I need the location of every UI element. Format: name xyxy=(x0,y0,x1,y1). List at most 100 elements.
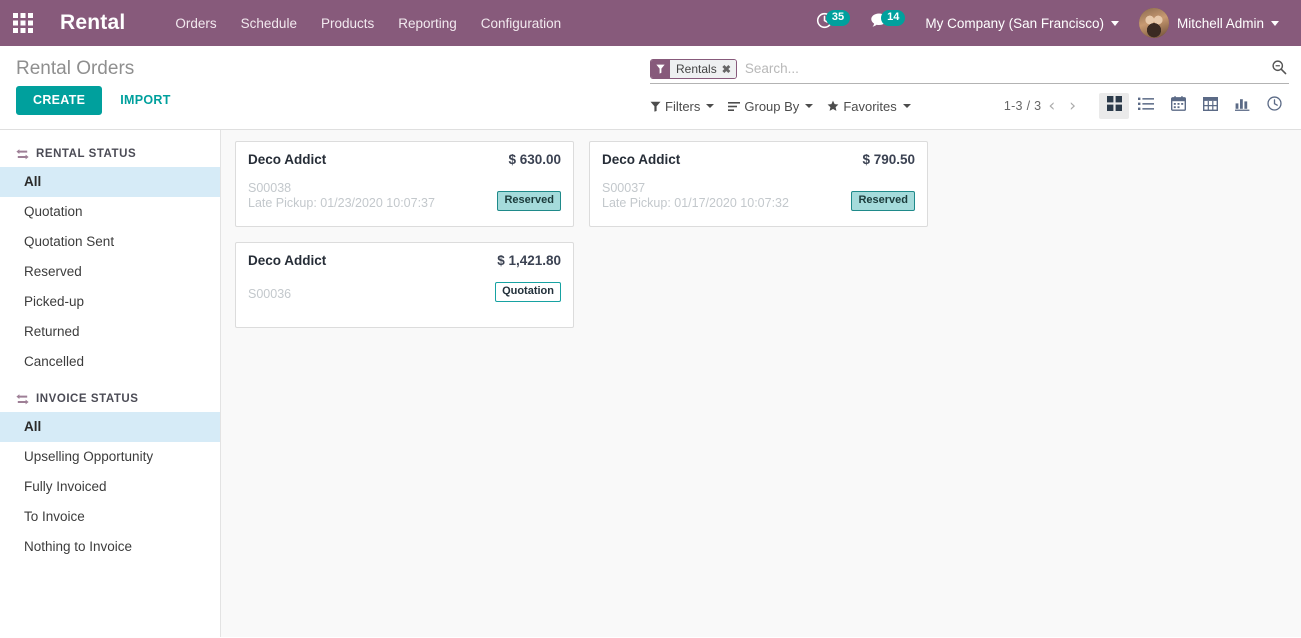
kanban-card-footer: S00036 Quotation xyxy=(248,282,561,302)
exchange-arrows-icon xyxy=(16,393,29,405)
sidebar-section-title: INVOICE STATUS xyxy=(36,393,139,405)
sidebar-item-rental-picked-up[interactable]: Picked-up xyxy=(0,287,220,317)
sidebar-item-rental-cancelled[interactable]: Cancelled xyxy=(0,347,220,377)
menu-item-reporting[interactable]: Reporting xyxy=(386,2,469,45)
view-button-kanban[interactable] xyxy=(1099,93,1129,119)
view-button-graph[interactable] xyxy=(1227,93,1257,119)
kanban-card-amount: $ 790.50 xyxy=(862,152,915,167)
menu-item-schedule[interactable]: Schedule xyxy=(229,2,309,45)
kanban-view: Deco Addict $ 630.00 S00038 Late Pickup:… xyxy=(221,130,1301,637)
search-facet-rentals[interactable]: Rentals ✖ xyxy=(650,59,737,79)
kanban-card-reference: S00038 xyxy=(248,181,292,195)
sidebar-item-invoice-all[interactable]: All xyxy=(0,412,220,442)
view-switcher xyxy=(1097,93,1289,119)
kanban-card-footer: S00038 Late Pickup: 01/23/2020 10:07:37 … xyxy=(248,181,561,211)
chevron-down-icon xyxy=(805,104,814,108)
import-button[interactable]: IMPORT xyxy=(108,87,182,114)
kanban-card-partner: Deco Addict xyxy=(248,152,327,167)
view-button-calendar[interactable] xyxy=(1163,93,1193,119)
kanban-card-reference: S00037 xyxy=(602,181,646,195)
messaging-menu[interactable]: 14 xyxy=(860,0,915,46)
kanban-card[interactable]: Deco Addict $ 630.00 S00038 Late Pickup:… xyxy=(235,141,574,227)
kanban-card-meta: S00037 Late Pickup: 01/17/2020 10:07:32 xyxy=(602,181,789,211)
search-view: Rentals ✖ xyxy=(650,55,1289,84)
sidebar-section-rental-status: RENTAL STATUS xyxy=(0,142,220,167)
menu-item-products[interactable]: Products xyxy=(309,2,386,45)
favorites-dropdown[interactable]: Favorites xyxy=(827,98,911,114)
sidebar-section-title: RENTAL STATUS xyxy=(36,148,137,160)
user-menu[interactable]: Mitchell Admin xyxy=(1129,0,1289,46)
menu-item-configuration[interactable]: Configuration xyxy=(469,2,573,45)
close-icon[interactable]: ✖ xyxy=(720,60,736,78)
view-button-list[interactable] xyxy=(1131,93,1161,119)
star-icon xyxy=(827,100,839,112)
sidebar-item-invoice-to-invoice[interactable]: To Invoice xyxy=(0,502,220,532)
kanban-card-header: Deco Addict $ 1,421.80 xyxy=(248,253,561,268)
kanban-card-footer: S00037 Late Pickup: 01/17/2020 10:07:32 … xyxy=(602,181,915,211)
kanban-card[interactable]: Deco Addict $ 1,421.80 S00036 Quotation xyxy=(235,242,574,328)
chevron-down-icon xyxy=(1110,20,1119,26)
list-lines-icon xyxy=(728,101,741,112)
kanban-card-late-pickup: Late Pickup: 01/17/2020 10:07:32 xyxy=(602,196,789,210)
kanban-card-header: Deco Addict $ 630.00 xyxy=(248,152,561,167)
group-by-label: Group By xyxy=(744,98,800,114)
control-panel-left: Rental Orders CREATE IMPORT xyxy=(10,46,650,115)
filters-label: Filters xyxy=(665,98,701,114)
company-switcher[interactable]: My Company (San Francisco) xyxy=(915,0,1129,46)
control-panel-buttons: CREATE IMPORT xyxy=(16,83,650,115)
user-name: Mitchell Admin xyxy=(1176,15,1264,31)
search-icon[interactable] xyxy=(1265,59,1289,79)
chevron-down-icon xyxy=(1271,20,1279,26)
sidebar-section-invoice-status: INVOICE STATUS xyxy=(0,377,220,412)
sidebar-item-rental-all[interactable]: All xyxy=(0,167,220,197)
list-icon xyxy=(1138,97,1154,116)
kanban-card-amount: $ 630.00 xyxy=(508,152,561,167)
top-navbar: Rental Orders Schedule Products Reportin… xyxy=(0,0,1301,46)
kanban-icon xyxy=(1106,96,1122,116)
main-menu: Orders Schedule Products Reporting Confi… xyxy=(163,2,573,45)
control-panel-right: Rentals ✖ Search... Filters Group By Fav… xyxy=(650,46,1291,119)
control-panel: Rental Orders CREATE IMPORT Rentals ✖ Se… xyxy=(0,46,1301,130)
view-button-pivot[interactable] xyxy=(1195,93,1225,119)
sidebar-item-rental-returned[interactable]: Returned xyxy=(0,317,220,347)
avatar xyxy=(1138,8,1169,38)
sidebar-item-invoice-upselling-opportunity[interactable]: Upselling Opportunity xyxy=(0,442,220,472)
filter-funnel-icon xyxy=(651,60,670,78)
pager-range: 1-3 / 3 xyxy=(1003,99,1042,113)
status-badge: Reserved xyxy=(497,191,561,211)
chevron-down-icon xyxy=(706,104,715,108)
search-input[interactable] xyxy=(740,59,1265,79)
sidebar-item-rental-quotation[interactable]: Quotation xyxy=(0,197,220,227)
favorites-label: Favorites xyxy=(843,98,897,114)
create-button[interactable]: CREATE xyxy=(16,86,103,115)
kanban-card[interactable]: Deco Addict $ 790.50 S00037 Late Pickup:… xyxy=(589,141,928,227)
kanban-card-meta: S00036 xyxy=(248,287,291,302)
app-brand[interactable]: Rental xyxy=(46,11,131,35)
bar-chart-icon xyxy=(1234,97,1250,116)
activities-menu[interactable]: 35 xyxy=(806,0,860,46)
group-by-dropdown[interactable]: Group By xyxy=(728,98,814,114)
pager: 1-3 / 3 ‹ › xyxy=(1004,97,1083,115)
sidebar-item-invoice-fully-invoiced[interactable]: Fully Invoiced xyxy=(0,472,220,502)
sidebar-item-invoice-nothing-to-invoice[interactable]: Nothing to Invoice xyxy=(0,532,220,562)
sidebar-item-rental-quotation-sent[interactable]: Quotation Sent xyxy=(0,227,220,257)
messaging-count-badge: 14 xyxy=(881,10,906,26)
apps-grid-icon[interactable] xyxy=(0,0,46,46)
menu-item-orders[interactable]: Orders xyxy=(163,2,228,45)
exchange-arrows-icon xyxy=(16,148,29,160)
status-badge: Quotation xyxy=(495,282,561,302)
kanban-card-partner: Deco Addict xyxy=(602,152,681,167)
kanban-card-reference: S00036 xyxy=(248,287,292,301)
filter-funnel-icon xyxy=(650,101,661,112)
pivot-table-icon xyxy=(1202,96,1218,116)
sidebar-item-rental-reserved[interactable]: Reserved xyxy=(0,257,220,287)
filters-dropdown[interactable]: Filters xyxy=(650,98,715,114)
view-button-activity[interactable] xyxy=(1259,93,1289,119)
chevron-right-icon[interactable]: › xyxy=(1062,97,1083,115)
status-badge: Reserved xyxy=(851,191,915,211)
kanban-card-header: Deco Addict $ 790.50 xyxy=(602,152,915,167)
breadcrumb: Rental Orders xyxy=(16,58,135,79)
calendar-icon xyxy=(1170,96,1186,116)
chevron-left-icon[interactable]: ‹ xyxy=(1041,97,1062,115)
chevron-down-icon xyxy=(902,104,911,108)
